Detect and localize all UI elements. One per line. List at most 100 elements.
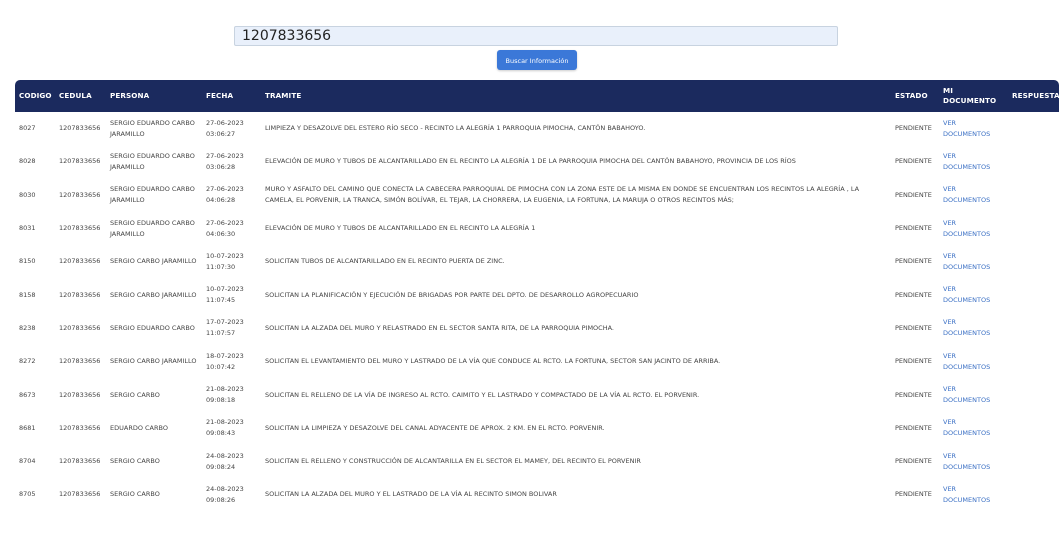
fecha-cell: 10-07-2023 11:07:45 [202, 278, 261, 311]
ver-documentos-link[interactable]: VER DOCUMENTOS [943, 251, 990, 273]
documentos-label: DOCUMENTOS [943, 396, 991, 405]
estado-cell: PENDIENTE [895, 423, 932, 432]
respuesta-cell [1008, 278, 1059, 311]
ver-label: VER [943, 351, 957, 360]
ver-documentos-link[interactable]: VER DOCUMENTOS [943, 384, 990, 406]
table-row: 8673 1207833656 SERGIO CARBO 21-08-2023 09:0… [15, 378, 1059, 411]
estado-cell: PENDIENTE [895, 157, 932, 166]
ver-documentos-link[interactable]: VER DOCUMENTOS [943, 417, 990, 439]
ver-documentos-link[interactable]: VER DOCUMENTOS [943, 218, 990, 240]
mi-documento-cell: VER DOCUMENTOS [939, 312, 1008, 345]
fecha-time: 09:08:18 [206, 396, 236, 405]
cedula-cell: 1207833656 [59, 323, 101, 332]
persona-cell: SERGIO CARBO JARAMILLO [110, 257, 197, 266]
cedula-cell: 1207833656 [59, 423, 101, 432]
tramite-cell: SOLICITAN LA ALZADA DEL MURO Y EL LASTRA… [265, 490, 557, 499]
table-row: 8681 1207833656 EDUARDO CARBO 21-08-2023 09:… [15, 412, 1059, 445]
header-fecha: FECHA [206, 91, 234, 100]
codigo-cell: 8030 [19, 190, 36, 199]
mi-documento-cell: VER DOCUMENTOS [939, 478, 1008, 511]
header-tramite: TRAMITE [265, 91, 302, 100]
documentos-label: DOCUMENTOS [943, 129, 991, 138]
documentos-label: DOCUMENTOS [943, 196, 991, 205]
ver-documentos-link[interactable]: VER DOCUMENTOS [943, 451, 990, 473]
ver-label: VER [943, 385, 957, 394]
estado-cell: PENDIENTE [895, 490, 932, 499]
tramite-cell: ELEVACIÓN DE MURO Y TUBOS DE ALCANTARILL… [265, 157, 796, 166]
mi-documento-cell: VER DOCUMENTOS [939, 278, 1008, 311]
respuesta-cell [1008, 145, 1059, 178]
fecha-date: 24-08-2023 [206, 451, 244, 460]
fecha-cell: 21-08-2023 09:08:43 [202, 412, 261, 445]
ver-label: VER [943, 185, 957, 194]
cedula-cell: 1207833656 [59, 257, 101, 266]
fecha-date: 10-07-2023 [206, 285, 244, 294]
respuesta-cell [1008, 345, 1059, 378]
buscar-informacion-button[interactable]: Buscar Información [497, 50, 577, 70]
ver-label: VER [943, 484, 957, 493]
table-row: 8030 1207833656 SERGIO EDUARDO CARBO JARAM… [15, 179, 1059, 212]
mi-documento-cell: VER DOCUMENTOS [939, 179, 1008, 212]
header-codigo: CODIGO [19, 91, 52, 100]
ver-documentos-link[interactable]: VER DOCUMENTOS [943, 351, 990, 373]
mi-documento-cell: VER DOCUMENTOS [939, 112, 1008, 145]
ver-documentos-link[interactable]: VER DOCUMENTOS [943, 317, 990, 339]
fecha-date: 27-06-2023 [206, 151, 244, 160]
tramite-cell: MURO Y ASFALTO DEL CAMINO QUE CONECTA LA… [265, 185, 860, 205]
table-row: 8031 1207833656 SERGIO EDUARDO CARBO JARAM… [15, 212, 1059, 245]
cedula-cell: 1207833656 [59, 390, 101, 399]
tramite-cell: SOLICITAN EL RELLENO Y CONSTRUCCIÓN DE A… [265, 457, 641, 466]
documentos-label: DOCUMENTOS [943, 162, 991, 171]
ver-documentos-link[interactable]: VER DOCUMENTOS [943, 484, 990, 506]
tramite-cell: SOLICITAN LA ALZADA DEL MURO Y RELASTRAD… [265, 323, 614, 332]
fecha-time: 09:08:26 [206, 495, 236, 504]
mi-documento-cell: VER DOCUMENTOS [939, 445, 1008, 478]
fecha-date: 21-08-2023 [206, 385, 244, 394]
fecha-date: 18-07-2023 [206, 351, 244, 360]
documentos-label: DOCUMENTOS [943, 362, 991, 371]
cedula-cell: 1207833656 [59, 490, 101, 499]
fecha-date: 24-08-2023 [206, 484, 244, 493]
ver-label: VER [943, 118, 957, 127]
tramite-cell: SOLICITAN LA PLANIFICACIÓN Y EJECUCIÓN D… [265, 290, 639, 299]
mi-documento-cell: VER DOCUMENTOS [939, 378, 1008, 411]
cedula-cell: 1207833656 [59, 157, 101, 166]
fecha-date: 27-06-2023 [206, 185, 244, 194]
respuesta-cell [1008, 212, 1059, 245]
persona-cell: SERGIO EDUARDO CARBO JARAMILLO [110, 185, 195, 205]
ver-documentos-link[interactable]: VER DOCUMENTOS [943, 151, 990, 173]
fecha-cell: 27-06-2023 03:06:28 [202, 145, 261, 178]
estado-cell: PENDIENTE [895, 190, 932, 199]
persona-cell: SERGIO CARBO JARAMILLO [110, 290, 197, 299]
ver-label: VER [943, 318, 957, 327]
ver-label: VER [943, 451, 957, 460]
persona-cell: SERGIO EDUARDO CARBO [110, 323, 195, 332]
fecha-cell: 27-06-2023 04:06:28 [202, 179, 261, 212]
ver-documentos-link[interactable]: VER DOCUMENTOS [943, 118, 990, 140]
fecha-date: 10-07-2023 [206, 251, 244, 260]
fecha-date: 27-06-2023 [206, 218, 244, 227]
documentos-label: DOCUMENTOS [943, 429, 991, 438]
fecha-time: 09:08:43 [206, 429, 236, 438]
header-persona: PERSONA [110, 91, 150, 100]
table-row: 8272 1207833656 SERGIO CARBO JARAMILLO 18-0… [15, 345, 1059, 378]
mi-documento-cell: VER DOCUMENTOS [939, 245, 1008, 278]
estado-cell: PENDIENTE [895, 124, 932, 133]
persona-cell: SERGIO EDUARDO CARBO JARAMILLO [110, 151, 195, 171]
fecha-time: 11:07:30 [206, 262, 236, 271]
respuesta-cell [1008, 478, 1059, 511]
fecha-cell: 24-08-2023 09:08:24 [202, 445, 261, 478]
persona-cell: SERGIO CARBO [110, 457, 160, 466]
ver-label: VER [943, 151, 957, 160]
fecha-cell: 10-07-2023 11:07:30 [202, 245, 261, 278]
cedula-search-input[interactable] [234, 26, 838, 46]
table-row: 8027 1207833656 SERGIO EDUARDO CARBO JARAM… [15, 112, 1059, 145]
respuesta-cell [1008, 378, 1059, 411]
fecha-date: 21-08-2023 [206, 418, 244, 427]
estado-cell: PENDIENTE [895, 323, 932, 332]
ver-documentos-link[interactable]: VER DOCUMENTOS [943, 184, 990, 206]
fecha-cell: 24-08-2023 09:08:26 [202, 478, 261, 511]
ver-documentos-link[interactable]: VER DOCUMENTOS [943, 284, 990, 306]
persona-cell: SERGIO EDUARDO CARBO JARAMILLO [110, 218, 195, 238]
fecha-date: 17-07-2023 [206, 318, 244, 327]
